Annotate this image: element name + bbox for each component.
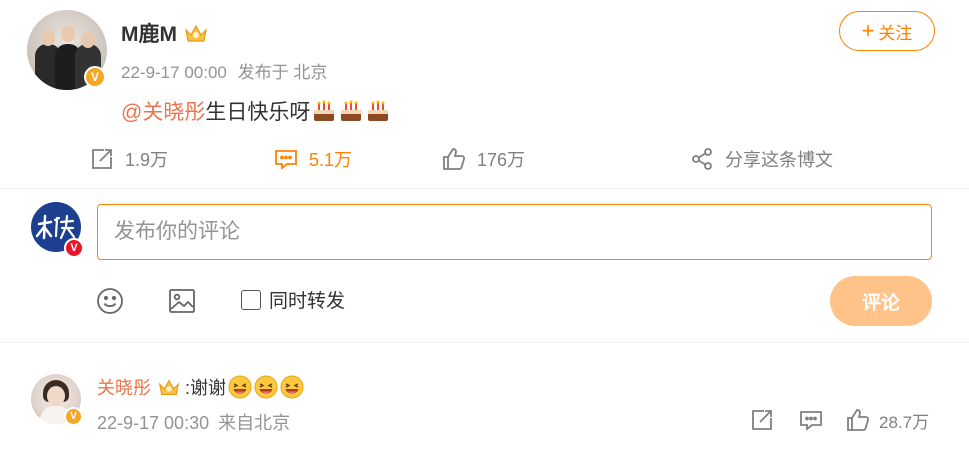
like-button[interactable]: 176万 (441, 145, 525, 173)
post-source: 发布于 北京 (237, 63, 328, 82)
author-name-text[interactable]: M鹿M (121, 18, 177, 48)
emoji-picker-icon[interactable] (95, 286, 125, 316)
follow-label: 关注 (878, 23, 913, 43)
reply-content: 关晓彤 :谢谢 (97, 374, 304, 400)
repost-button[interactable]: 1.9万 (89, 145, 168, 173)
crown-icon (185, 24, 207, 42)
reply-text: :谢谢 (185, 378, 227, 398)
verified-badge-icon: V (64, 238, 84, 258)
crown-icon (158, 379, 180, 395)
repost-icon (92, 149, 112, 169)
comment-input[interactable] (97, 204, 932, 260)
reply-like-button[interactable]: 28.7万 (845, 406, 929, 434)
plus-icon: + (861, 18, 875, 43)
verified-badge-icon: V (64, 407, 83, 426)
post-text: 生日快乐呀 (205, 101, 311, 124)
submit-comment-button[interactable]: 评论 (830, 276, 932, 326)
laughing-face-icon (228, 375, 252, 399)
image-upload-icon[interactable] (167, 286, 197, 316)
thumbs-up-icon (847, 409, 870, 431)
thumbs-up-icon (443, 148, 466, 170)
author-name[interactable]: M鹿M (121, 18, 209, 48)
birthday-cake-icon (314, 100, 335, 121)
comment-button[interactable]: 5.1万 (273, 145, 352, 173)
divider (0, 342, 969, 343)
post-meta: 22-9-17 00:00 发布于 北京 (121, 58, 327, 83)
also-repost-checkbox[interactable] (241, 289, 261, 310)
reply-timestamp: 22-9-17 00:30 (97, 413, 210, 433)
birthday-cake-icon (368, 100, 389, 121)
comment-icon (800, 411, 822, 431)
reply-meta: 22-9-17 00:30 来自北京 (97, 409, 290, 435)
like-count: 176万 (477, 150, 526, 170)
comment-count: 5.1万 (309, 150, 353, 170)
reply-comment-button[interactable] (798, 406, 824, 434)
reply-repost-button[interactable] (749, 406, 775, 434)
laughing-face-icon (280, 375, 304, 399)
follow-button[interactable]: + 关注 (839, 11, 935, 51)
mention-link[interactable]: @关晓彤 (121, 96, 205, 126)
share-label: 分享这条博文 (725, 150, 833, 170)
comment-icon (275, 150, 297, 170)
repost-icon (752, 410, 772, 430)
post-content: @关晓彤 生日快乐呀 (121, 96, 391, 126)
also-repost-label[interactable]: 同时转发 (269, 286, 345, 313)
birthday-cake-icon (341, 100, 362, 121)
share-button[interactable]: 分享这条博文 (689, 145, 833, 173)
repost-count: 1.9万 (125, 150, 169, 170)
verified-badge-icon: V (84, 66, 106, 88)
divider (0, 188, 969, 189)
reply-source: 来自北京 (218, 413, 291, 433)
reply-like-count: 28.7万 (879, 412, 930, 432)
reply-author-name[interactable]: 关晓彤 (97, 374, 151, 400)
also-repost-option[interactable]: 同时转发 (241, 286, 345, 313)
post-timestamp[interactable]: 22-9-17 00:00 (121, 63, 227, 82)
submit-comment-label: 评论 (861, 292, 900, 314)
laughing-face-icon (254, 375, 278, 399)
share-icon (692, 148, 712, 170)
